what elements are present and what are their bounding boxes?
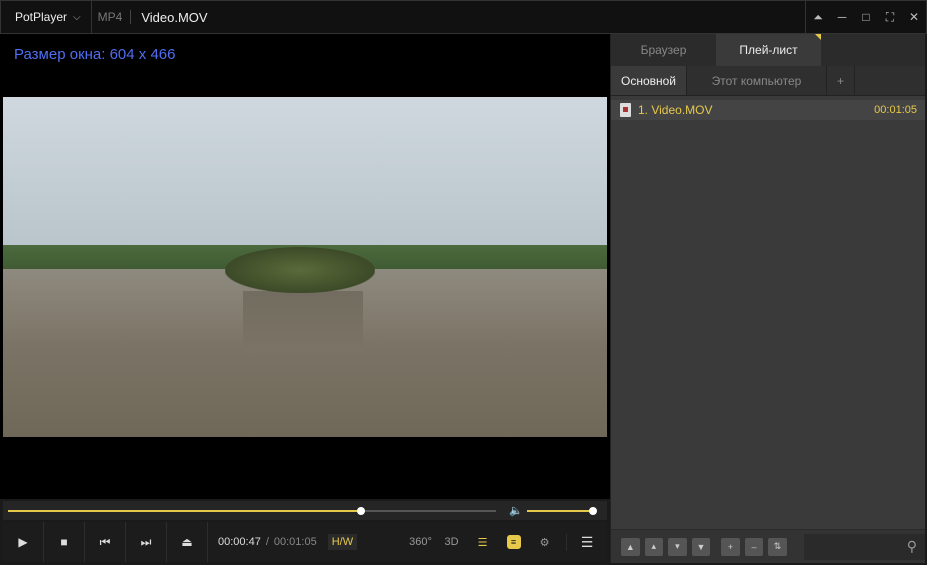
seek-bar[interactable] [8,507,496,515]
subtab-main-label: Основной [620,73,676,88]
tab-playlist[interactable]: Плей-лист [716,34,821,66]
tab-playlist-label: Плей-лист [739,43,798,57]
tab-browser[interactable]: Браузер [611,34,716,66]
skip-previous-icon: ⏮ [99,534,111,549]
tab-browser-label: Браузер [640,43,687,57]
subtab-main[interactable]: Основной [611,66,687,95]
video-file-icon [620,103,631,117]
pin-icon[interactable]: ⏶ [806,10,830,25]
move-to-bottom-icon[interactable]: ▼ [691,537,711,556]
menu-hamburger-icon[interactable]: ☰ [566,533,607,551]
chevron-down-icon: ⌵ [73,11,81,23]
video-frame[interactable] [3,97,607,437]
previous-button[interactable]: ⏮ [85,522,126,562]
seek-progress [8,510,361,512]
remove-item-icon[interactable]: – [744,537,764,556]
subtab-this-computer-label: Этот компьютер [711,73,802,88]
settings-gear-icon[interactable]: ⚙ [529,536,560,549]
volume-level [527,510,593,512]
move-up-icon[interactable]: ▴ [644,537,664,556]
title-bar: PotPlayer ⌵ MP4 Video.MOV ⏶ ─ □ ⛶ ✕ [0,0,927,34]
stop-button[interactable]: ■ [44,522,85,562]
format-label: MP4 [97,10,123,24]
search-icon: ⚲ [906,538,917,554]
fullscreen-icon[interactable]: ⛶ [878,10,902,25]
video-sky [3,97,607,249]
seek-handle[interactable] [356,507,365,515]
skip-next-icon: ⏭ [140,534,152,549]
subtab-this-computer[interactable]: Этот компьютер [687,66,827,95]
time-separator: / [265,536,269,548]
subtitle-button[interactable]: ≡ [498,535,529,549]
seek-row: 🔈 [3,501,607,520]
total-time: 00:01:05 [273,536,317,548]
control-bar: ▶ ■ ⏮ ⏭ ⏏ 00:00:47 / 00:01:05 H/W 360° 3… [3,522,607,562]
sort-icon[interactable]: ⇅ [768,537,787,556]
window-controls: ⏶ ─ □ ⛶ ✕ [805,1,926,33]
volume-icon[interactable]: 🔈 [509,504,523,517]
stop-icon: ■ [60,535,68,549]
subtitle-icon: ≡ [506,535,521,549]
eject-button[interactable]: ⏏ [167,522,208,562]
maximize-icon[interactable]: □ [854,10,878,24]
add-item-icon[interactable]: + [721,537,740,556]
add-tab-label: + [836,73,844,88]
video-area[interactable]: Размер окна: 604 x 466 [0,34,610,499]
volume-slider[interactable] [527,507,597,515]
time-display: 00:00:47 / 00:01:05 H/W [208,534,358,550]
playlist-subtabs: Основной Этот компьютер + [611,66,925,96]
playlist-toolbar: ▲ ▴ ▾ ▼ + – ⇅ ⚲ [611,529,925,563]
playlist-item-duration: 00:01:05 [874,104,917,116]
playlist-list: 1. Video.MOV 00:01:05 [611,96,925,120]
file-title: Video.MOV [141,9,208,25]
hw-decoder-badge[interactable]: H/W [327,534,358,550]
app-menu-button[interactable]: PotPlayer ⌵ [1,1,92,33]
minimize-icon[interactable]: ─ [830,10,854,24]
vr-360-button[interactable]: 360° [405,536,436,548]
osd-window-size: Размер окна: 604 x 466 [14,46,176,63]
panel-tabs: Браузер Плей-лист [611,34,925,66]
add-tab-button[interactable]: + [827,66,855,95]
playlist-search-field[interactable]: ⚲ [803,533,925,560]
playlist-search-icon[interactable]: ☰ [467,536,498,549]
playlist-panel: Браузер Плей-лист Основной Этот компьюте… [610,34,925,563]
move-to-top-icon[interactable]: ▲ [621,537,640,556]
play-icon: ▶ [18,535,28,549]
next-button[interactable]: ⏭ [126,522,167,562]
move-down-icon[interactable]: ▾ [668,537,687,556]
app-name: PotPlayer [15,10,68,24]
play-button[interactable]: ▶ [3,522,44,562]
video-reflection [243,291,363,351]
3d-button[interactable]: 3D [436,536,467,548]
video-bush [225,247,375,293]
eject-icon: ⏏ [181,535,193,549]
playlist-item-title: 1. Video.MOV [638,103,713,117]
close-icon[interactable]: ✕ [902,10,926,24]
playlist-item[interactable]: 1. Video.MOV 00:01:05 [611,100,925,120]
current-time: 00:00:47 [218,536,261,548]
volume-handle[interactable] [589,507,597,515]
extra-controls: 360° 3D ☰ ≡ ⚙ ☰ [405,522,607,562]
